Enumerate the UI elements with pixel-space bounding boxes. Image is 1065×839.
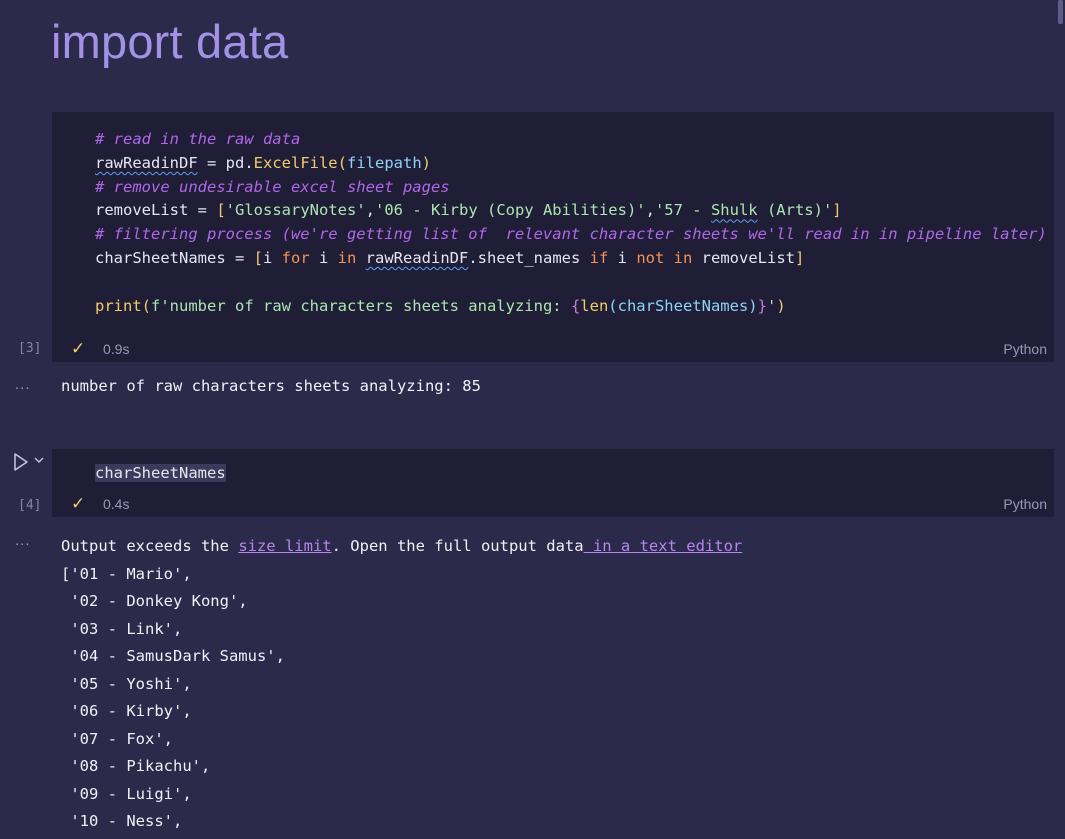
output-line: '08 - Pikachu', bbox=[61, 757, 211, 775]
output-line: ['01 - Mario', bbox=[61, 564, 192, 583]
cell-output: number of raw characters sheets analyzin… bbox=[61, 377, 481, 395]
code-function: len bbox=[580, 296, 609, 315]
output-line: '06 - Kirby', bbox=[61, 702, 192, 720]
code-keyword: in bbox=[337, 248, 357, 267]
code-token: .sheet_names bbox=[468, 248, 590, 267]
output-line: '07 - Fox', bbox=[61, 729, 173, 748]
code-function: print bbox=[95, 296, 142, 315]
code-comment: # filtering process (we're getting list … bbox=[95, 225, 1047, 244]
code-block[interactable]: # read in the raw data rawReadinDF = pd.… bbox=[95, 128, 1047, 318]
code-token: i bbox=[309, 248, 338, 267]
cell-status-bar: ✓ 0.4s Python bbox=[52, 491, 1054, 517]
output-notice: Output exceeds the bbox=[61, 537, 239, 555]
run-icon[interactable] bbox=[12, 452, 30, 472]
execution-count: [3] bbox=[18, 341, 42, 356]
execution-count: [4] bbox=[18, 498, 42, 513]
code-string: 'GlossaryNotes' bbox=[225, 201, 366, 220]
cell-output: Output exceeds the size limit. Open the … bbox=[61, 533, 742, 836]
code-string: ' bbox=[766, 296, 777, 315]
output-line: '09 - Luigi', bbox=[61, 784, 192, 803]
checkmark-icon: ✓ bbox=[71, 494, 86, 513]
code-string: '06 - Kirby (Copy Abilities)' bbox=[375, 201, 646, 220]
code-token: charSheetNames = bbox=[95, 248, 254, 267]
code-string: f'number of raw characters sheets analyz… bbox=[151, 296, 571, 315]
language-label[interactable]: Python bbox=[1003, 496, 1047, 512]
code-token: removeList = bbox=[95, 201, 217, 220]
output-line: '10 - Ness', bbox=[61, 812, 183, 830]
checkmark-icon: ✓ bbox=[71, 339, 86, 358]
code-token: i bbox=[262, 248, 282, 267]
code-string: (Arts)' bbox=[757, 201, 833, 220]
execution-time: 0.4s bbox=[103, 496, 130, 512]
output-line: '04 - SamusDark Samus', bbox=[61, 647, 285, 665]
execution-time: 0.9s bbox=[103, 341, 130, 357]
code-keyword: if bbox=[589, 248, 609, 267]
output-line: '05 - Yoshi', bbox=[61, 674, 192, 693]
language-label[interactable]: Python bbox=[1003, 341, 1047, 357]
output-notice: . Open the full output data bbox=[331, 537, 584, 555]
code-keyword: for bbox=[281, 248, 310, 267]
code-function: ExcelFile bbox=[253, 153, 338, 172]
code-keyword: not bbox=[636, 248, 665, 267]
code-keyword: in bbox=[673, 248, 693, 267]
code-string: '57 - bbox=[654, 201, 711, 220]
code-cell-editor[interactable]: # read in the raw data rawReadinDF = pd.… bbox=[52, 112, 1054, 336]
code-variable: charSheetNames bbox=[95, 464, 226, 482]
code-block[interactable]: charSheetNames bbox=[95, 462, 226, 486]
code-argument: filepath bbox=[347, 153, 422, 172]
output-line: '03 - Link', bbox=[61, 619, 183, 638]
size-limit-link[interactable]: size limit bbox=[238, 537, 331, 555]
code-comment: # remove undesirable excel sheet pages bbox=[95, 177, 450, 196]
chevron-down-icon[interactable] bbox=[33, 454, 45, 466]
code-cell-editor[interactable]: charSheetNames bbox=[52, 449, 1054, 491]
ellipsis-icon[interactable]: ... bbox=[15, 532, 31, 549]
code-token: = pd. bbox=[197, 153, 254, 172]
ellipsis-icon[interactable]: ... bbox=[15, 376, 31, 393]
output-line: '02 - Donkey Kong', bbox=[61, 592, 248, 610]
text-editor-link[interactable]: in a text editor bbox=[584, 537, 742, 555]
code-variable: rawReadinDF bbox=[365, 248, 469, 267]
code-token: i bbox=[608, 248, 637, 267]
code-comment: # read in the raw data bbox=[95, 130, 301, 148]
code-string: Shulk bbox=[710, 201, 758, 220]
code-argument: charSheetNames bbox=[617, 296, 749, 315]
cell-status-bar: ✓ 0.9s Python bbox=[52, 336, 1054, 362]
code-token: removeList bbox=[692, 248, 795, 267]
code-variable: rawReadinDF bbox=[95, 153, 198, 172]
markdown-title: import data bbox=[51, 15, 289, 68]
scrollbar-thumb[interactable] bbox=[1058, 0, 1063, 24]
